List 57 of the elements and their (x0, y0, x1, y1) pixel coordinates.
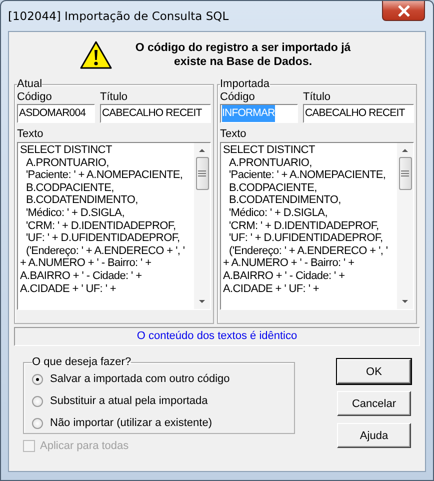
code-line: SELECT DISTINCT (20, 144, 113, 157)
radio-button[interactable] (32, 396, 43, 406)
code-line: A.BAIRRO + ' - Cidade: ' + (223, 270, 346, 283)
code-line: ('Endereço: ' + A.ENDERECO + ', ' (25, 244, 186, 258)
field-label: Código (17, 90, 52, 104)
warning-icon (79, 40, 113, 70)
text-area[interactable] (220, 142, 414, 310)
code-line: B.CODATENDIMENTO, (228, 194, 342, 207)
code-line: B.CODPACIENTE, (25, 182, 115, 194)
code-line: + A.NUMERO + ' - Bairro: ' + (223, 257, 356, 270)
scrollbar-thumb[interactable] (196, 157, 208, 190)
scrollbar[interactable] (397, 143, 413, 309)
radio-label[interactable]: Substituir a atual pela importada (50, 395, 208, 407)
dialog-button[interactable]: Cancelar (337, 391, 411, 416)
code-line: ('Endereço: ' + A.ENDERECO + ', ' (228, 244, 389, 258)
code-line: 'CRM: ' + D.IDENTIDADEPROF, (25, 220, 177, 232)
code-line: 'Médico: ' + D.SIGLA, (25, 206, 126, 220)
code-line: 'CRM: ' + D.IDENTIDADEPROF, (228, 220, 380, 232)
dialog-button[interactable]: OK (337, 359, 411, 384)
warning-message: O código do registro a ser importado já existe na Base de Dados. (134, 41, 352, 69)
field-label: Texto (17, 127, 44, 141)
code-line: B.CODATENDIMENTO, (25, 194, 139, 207)
text-area[interactable] (17, 142, 211, 310)
code-line: 'Paciente: ' + A.NOMEPACIENTE, (228, 169, 387, 182)
close-button[interactable] (382, 1, 425, 21)
scrollbar-thumb[interactable] (398, 157, 412, 190)
field-label: Título (303, 90, 331, 104)
close-icon (396, 4, 410, 16)
code-line: A.BAIRRO + ' - Cidade: ' + (20, 270, 143, 283)
code-line: + A.NUMERO + ' - Bairro: ' + (20, 257, 152, 270)
title-field[interactable]: CABECALHO RECEIT (100, 104, 211, 123)
radio-button[interactable] (32, 374, 43, 384)
scrollbar[interactable] (194, 143, 210, 309)
group-legend: Importada (220, 78, 270, 90)
code-line: 'UF: ' + D.UFIDENTIDADEPROF, (228, 232, 384, 245)
radio-label[interactable]: Não importar (utilizar a existente) (50, 417, 212, 429)
radio-button[interactable] (32, 418, 43, 428)
radio-label[interactable]: Salvar a importada com outro código (50, 373, 230, 385)
group-legend: O que deseja fazer? (32, 356, 132, 368)
dialog-button[interactable]: Ajuda (337, 423, 411, 448)
code-line: 'UF: ' + D.UFIDENTIDADEPROF, (25, 232, 181, 245)
window-title: [102044] Importação de Consulta SQL (8, 9, 229, 23)
code-line: B.CODPACIENTE, (228, 182, 318, 194)
field-label: Código (220, 90, 255, 104)
code-line: 'Paciente: ' + A.NOMEPACIENTE, (25, 169, 184, 182)
code-line: A.CIDADE + ' UF: ' + (20, 282, 118, 296)
field-label: Texto (220, 127, 246, 141)
code-line: 'Médico: ' + D.SIGLA, (228, 206, 328, 220)
code-line: A.PRONTUARIO, (228, 156, 313, 170)
group-legend: Atual (17, 78, 42, 90)
code-line: A.CIDADE + ' UF: ' + (223, 282, 320, 296)
code-line: A.PRONTUARIO, (25, 156, 110, 170)
code-field[interactable]: ASDOMAR004 (17, 104, 95, 123)
code-line: SELECT DISTINCT (223, 144, 316, 157)
field-label: Título (100, 90, 128, 104)
status-message: O conteúdo dos textos é idêntico (14, 327, 420, 346)
title-field[interactable]: CABECALHO RECEIT (303, 104, 414, 123)
